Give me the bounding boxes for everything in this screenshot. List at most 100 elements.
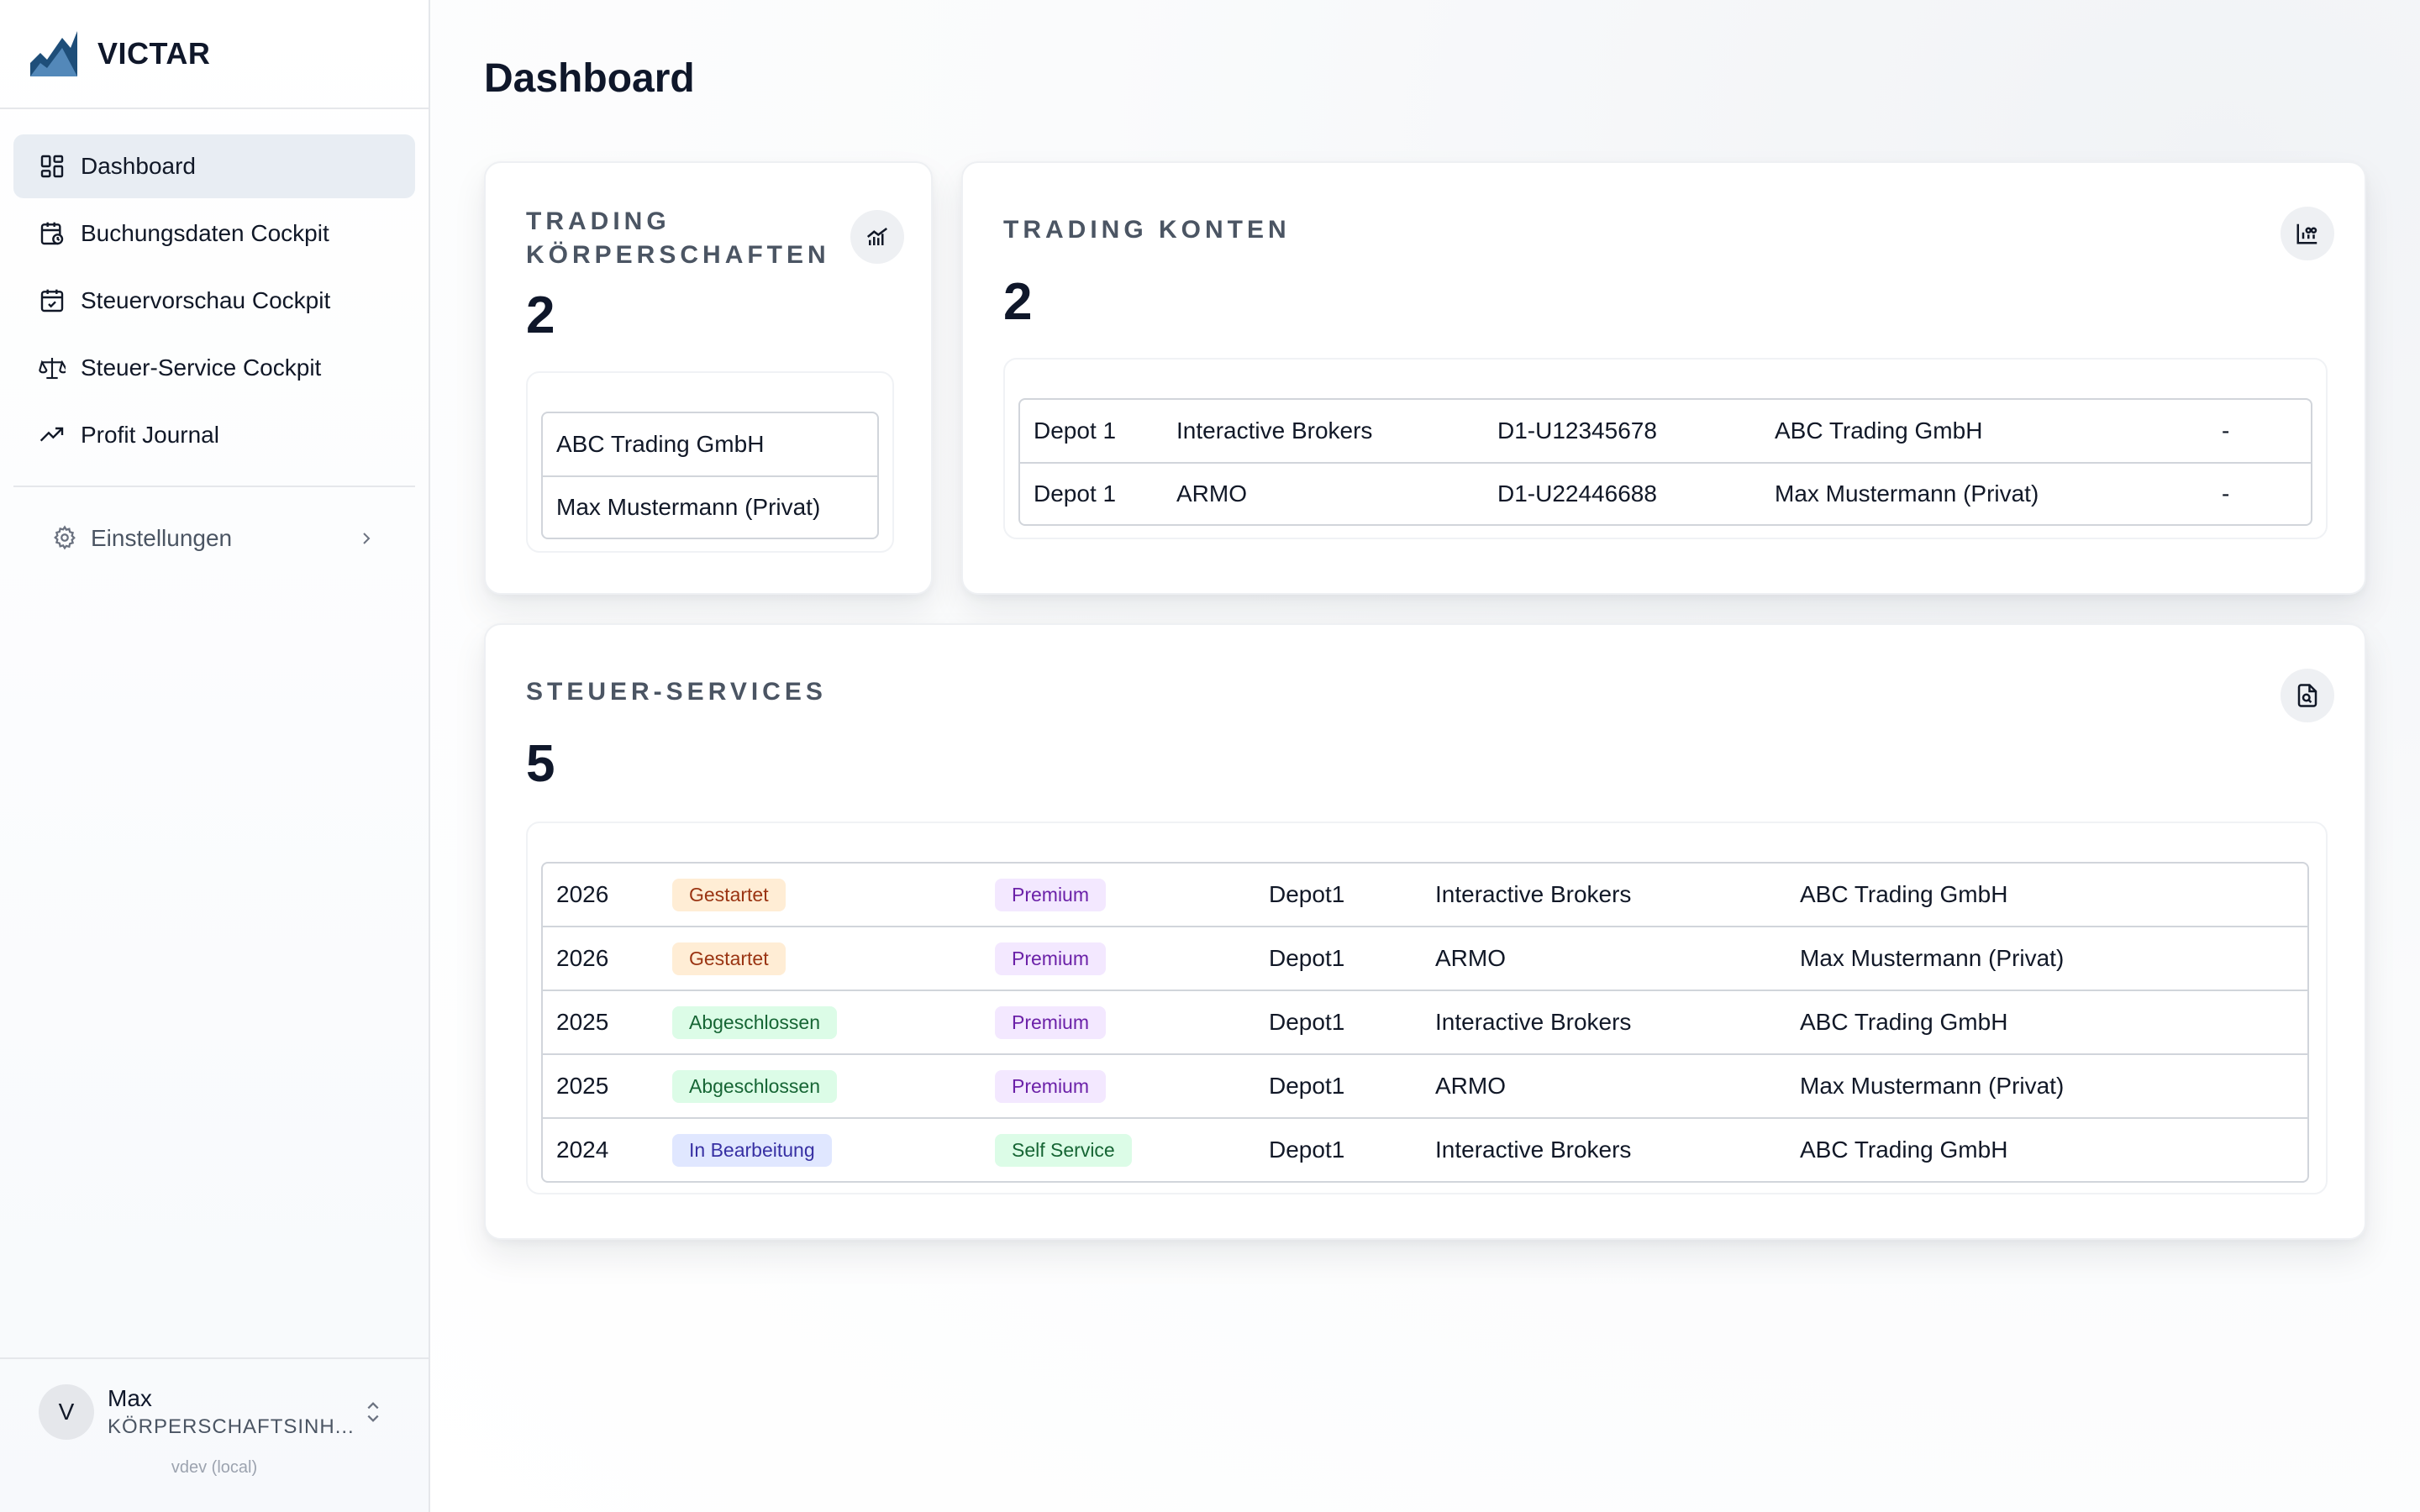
steuer-services-card: STEUER-SERVICES 5 2026 Gestartet Premium De… (484, 623, 2366, 1240)
koerperschaften-list: ABC Trading GmbH Max Mustermann (Privat) (541, 412, 879, 539)
sidebar-item-einstellungen[interactable]: Einstellungen (13, 507, 415, 570)
sidebar-item-profit-journal[interactable]: Profit Journal (13, 403, 415, 467)
user-menu-button[interactable]: V Max KÖRPERSCHAFTSINH... (0, 1359, 429, 1440)
trading-konten-card: TRADING KONTEN 2 Depot 1 Interactive Bro… (961, 161, 2366, 595)
card-label: TRADING KÖRPERSCHAFTEN (526, 205, 830, 272)
status-cell: In Bearbeitung (672, 1133, 995, 1167)
depot-cell: Depot1 (1269, 1073, 1345, 1099)
depot-cell: Depot1 (1269, 881, 1345, 907)
card-label-line: KÖRPERSCHAFTEN (526, 241, 830, 269)
entity-name: ABC Trading GmbH (556, 431, 765, 457)
broker-cell: ARMO (1435, 945, 1506, 971)
status-badge: Abgeschlossen (672, 1005, 837, 1039)
owner-cell: ABC Trading GmbH (1800, 1009, 2008, 1035)
chevron-up-down-icon (361, 1399, 385, 1425)
table-row[interactable]: 2025 Abgeschlossen Premium Depot1 Interactiv… (543, 990, 2307, 1053)
services-table: 2026 Gestartet Premium Depot1 Interactive Br… (541, 862, 2309, 1183)
gear-icon (52, 525, 79, 552)
trading-koerperschaften-card: TRADING KÖRPERSCHAFTEN 2 ABC Trading Gmb… (484, 161, 933, 595)
plan-badge: Premium (995, 1005, 1107, 1039)
sidebar-nav: Dashboard Buchungsdaten Cockpit Steuervo… (0, 109, 429, 467)
plan-badge: Premium (995, 942, 1107, 975)
dashboard-icon (39, 153, 66, 180)
sidebar-item-steuervorschau-cockpit[interactable]: Steuervorschau Cockpit (13, 269, 415, 333)
plan-badge: Premium (995, 878, 1107, 911)
table-row[interactable]: 2025 Abgeschlossen Premium Depot1 ARMO Max Mu… (543, 1053, 2307, 1117)
scale-icon (39, 354, 66, 381)
status-cell: Gestartet (672, 878, 995, 911)
chart-bar-icon (2281, 207, 2334, 260)
card-count: 5 (526, 735, 555, 793)
trending-up-icon (39, 422, 66, 449)
sidebar-item-label: Steuervorschau Cockpit (81, 287, 331, 313)
chart-line-icon (850, 210, 904, 264)
avatar: V (39, 1384, 94, 1440)
depot-cell: Depot1 (1269, 945, 1345, 971)
year-cell: 2025 (556, 1073, 609, 1099)
sidebar-item-buchungsdaten-cockpit[interactable]: Buchungsdaten Cockpit (13, 202, 415, 265)
sidebar-item-dashboard[interactable]: Dashboard (13, 134, 415, 198)
broker-cell: Interactive Brokers (1435, 1009, 1632, 1035)
extra-cell: - (2222, 417, 2230, 444)
sidebar-item-steuer-service-cockpit[interactable]: Steuer-Service Cockpit (13, 336, 415, 400)
app-version: vdev (local) (171, 1458, 258, 1477)
victar-logo-icon (30, 31, 77, 76)
year-cell: 2026 (556, 881, 609, 907)
depot-cell: Depot 1 (1034, 417, 1117, 444)
table-row[interactable]: 2024 In Bearbeitung Self Service Depot1 Inte… (543, 1117, 2307, 1181)
depot-cell: Depot1 (1269, 1009, 1345, 1035)
brand-name: VICTAR (97, 36, 211, 71)
table-row[interactable]: 2026 Gestartet Premium Depot1 ARMO Max Muster… (543, 926, 2307, 990)
user-role: KÖRPERSCHAFTSINH... (108, 1415, 355, 1438)
year-cell: 2024 (556, 1137, 609, 1163)
plan-cell: Premium (995, 1069, 1269, 1103)
table-row[interactable]: 2026 Gestartet Premium Depot1 Interactive Br… (543, 864, 2307, 926)
list-item[interactable]: ABC Trading GmbH (543, 413, 877, 475)
sidebar-item-label: Dashboard (81, 153, 196, 179)
owner-cell: Max Mustermann (Privat) (1800, 945, 2065, 971)
year-cell: 2025 (556, 1009, 609, 1035)
status-badge: Abgeschlossen (672, 1069, 837, 1103)
plan-cell: Premium (995, 1005, 1269, 1039)
broker-cell: ARMO (1435, 1073, 1506, 1099)
card-count: 2 (526, 286, 555, 344)
broker-cell: Interactive Brokers (1176, 417, 1373, 444)
sidebar-item-label: Profit Journal (81, 422, 219, 448)
owner-cell: ABC Trading GmbH (1775, 417, 1983, 444)
main-content: Dashboard TRADING KÖRPERSCHAFTEN 2 ABC T… (430, 0, 2420, 1512)
calendar-clock-icon (39, 220, 66, 247)
card-label: STEUER-SERVICES (526, 678, 827, 706)
table-row[interactable]: Depot 1 ARMO D1-U22446688 Max Mustermann… (1020, 462, 2311, 524)
brand[interactable]: VICTAR (0, 0, 429, 109)
user-info: Max KÖRPERSCHAFTSINH... (108, 1385, 355, 1439)
sidebar-item-label: Steuer-Service Cockpit (81, 354, 322, 381)
plan-cell: Premium (995, 878, 1269, 911)
owner-cell: Max Mustermann (Privat) (1800, 1073, 2065, 1099)
page-title: Dashboard (484, 56, 695, 101)
services-table-container: 2026 Gestartet Premium Depot1 Interactive Br… (526, 822, 2328, 1194)
user-name: Max (108, 1385, 152, 1411)
status-badge: In Bearbeitung (672, 1133, 832, 1167)
broker-cell: ARMO (1176, 480, 1247, 507)
owner-cell: Max Mustermann (Privat) (1775, 480, 2039, 507)
broker-cell: Interactive Brokers (1435, 1137, 1632, 1163)
nav-divider (13, 486, 415, 487)
plan-cell: Premium (995, 942, 1269, 975)
plan-badge: Premium (995, 1069, 1107, 1103)
konten-table: Depot 1 Interactive Brokers D1-U12345678… (1018, 398, 2312, 526)
account-cell: D1-U22446688 (1497, 480, 1657, 507)
card-label: TRADING KONTEN (1003, 216, 1291, 244)
status-cell: Abgeschlossen (672, 1005, 995, 1039)
card-label-line: TRADING (526, 207, 671, 235)
table-row[interactable]: Depot 1 Interactive Brokers D1-U12345678… (1020, 400, 2311, 462)
settings-label: Einstellungen (91, 525, 233, 551)
chevron-right-icon (356, 528, 376, 549)
owner-cell: ABC Trading GmbH (1800, 1137, 2008, 1163)
sidebar: VICTAR Dashboard Buchungsdaten Cockpit S… (0, 0, 430, 1512)
year-cell: 2026 (556, 945, 609, 971)
list-item[interactable]: Max Mustermann (Privat) (543, 475, 877, 538)
entity-name: Max Mustermann (Privat) (556, 494, 821, 520)
extra-cell: - (2222, 480, 2230, 507)
calendar-check-icon (39, 287, 66, 314)
konten-table-container: Depot 1 Interactive Brokers D1-U12345678… (1003, 358, 2328, 539)
